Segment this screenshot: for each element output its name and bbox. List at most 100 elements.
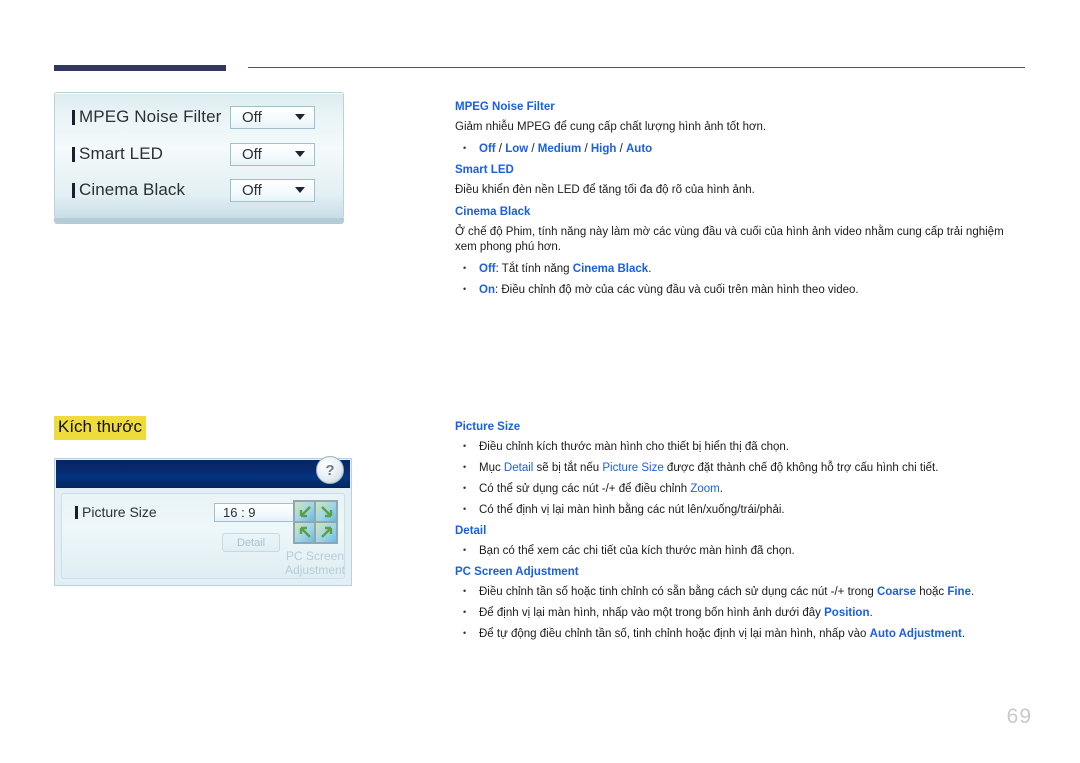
osd-select-mpeg-noise-filter[interactable]: Off bbox=[230, 105, 315, 129]
header-divider-line bbox=[248, 67, 1025, 68]
doc-text: / bbox=[581, 143, 591, 155]
doc-text: . bbox=[648, 263, 652, 275]
pc-screen-adjustment-line1: PC Screen bbox=[285, 549, 345, 563]
doc-text: : Tắt tính năng bbox=[495, 263, 573, 275]
pc-screen-adjustment-control[interactable]: PC Screen Adjustment bbox=[274, 500, 356, 577]
doc-text: được đặt thành chế độ không hỗ trợ cấu h… bbox=[663, 462, 939, 474]
doc-bullet-list: Off: Tắt tính năng Cinema Black. On: Điều… bbox=[455, 261, 1027, 298]
osd-row-picture-size: Picture Size bbox=[62, 504, 157, 520]
doc-highlight-term: Coarse bbox=[877, 586, 916, 598]
doc-bullet-list: Điều chỉnh tần số hoặc tinh chỉnh có sẵn… bbox=[455, 584, 1027, 642]
doc-highlight-term: Fine bbox=[947, 586, 971, 598]
quadrant-top-right[interactable] bbox=[316, 502, 336, 521]
doc-section: Smart LED Điều khiển đèn nền LED để tăng … bbox=[455, 163, 1027, 198]
doc-highlight-term: Medium bbox=[537, 143, 582, 155]
osd-panel-picture-settings: MPEG Noise Filter Off Smart LED Off Cine… bbox=[54, 92, 344, 224]
osd-label-mpeg-noise-filter: MPEG Noise Filter bbox=[79, 107, 222, 126]
doc-section: Picture Size Điều chỉnh kích thước màn hì… bbox=[455, 420, 1027, 518]
doc-text: . bbox=[970, 586, 975, 598]
osd-select-smart-led[interactable]: Off bbox=[230, 142, 315, 166]
osd-select-value-picture-size: 16 : 9 bbox=[223, 505, 256, 520]
osd-label-cinema-black: Cinema Black bbox=[79, 180, 186, 199]
doc-bullet-item: Mục Detail sẽ bị tắt nếu Picture Size đư… bbox=[455, 460, 1027, 476]
osd-select-value-cinema-black: Off bbox=[242, 181, 262, 199]
menu-marker-icon bbox=[72, 182, 75, 198]
doc-highlight-term: Off bbox=[479, 143, 496, 155]
quadrant-bottom-right[interactable] bbox=[316, 523, 336, 542]
chevron-down-icon bbox=[295, 187, 305, 193]
doc-section-title: PC Screen Adjustment bbox=[455, 566, 579, 578]
doc-highlight-term: Position bbox=[824, 607, 870, 619]
menu-marker-icon bbox=[75, 505, 78, 519]
doc-bullet-list: Off / Low / Medium / High / Auto bbox=[455, 141, 1027, 157]
section-heading-kich-thuoc: Kích thước bbox=[54, 416, 146, 440]
doc-section-title: MPEG Noise Filter bbox=[455, 101, 555, 113]
doc-section: Cinema Black Ở chế độ Phim, tính năng này… bbox=[455, 205, 1027, 298]
doc-section: Detail Bạn có thể xem các chi tiết của kí… bbox=[455, 524, 1027, 559]
doc-highlight-term: Auto bbox=[626, 143, 653, 155]
doc-bullet-item: Có thể định vị lại màn hình bằng các nút… bbox=[455, 502, 1027, 518]
pc-screen-adjustment-label: PC Screen Adjustment bbox=[274, 549, 356, 577]
doc-highlight-term: On bbox=[479, 284, 495, 296]
header-accent-bar bbox=[54, 65, 226, 71]
doc-highlight-term: Low bbox=[505, 143, 529, 155]
doc-section-title: Picture Size bbox=[455, 421, 521, 433]
page-number: 69 bbox=[1006, 705, 1032, 728]
chevron-down-icon bbox=[295, 151, 305, 157]
osd-label-smart-led: Smart LED bbox=[79, 144, 164, 163]
doc-text: Để định vị lại màn hình, nhấp vào một tr… bbox=[479, 607, 825, 619]
doc-bullet-item: Để tự động điều chỉnh tần số, tinh chỉnh… bbox=[455, 626, 1027, 642]
doc-highlight-term: Picture Size bbox=[602, 462, 664, 474]
osd-panel-body: Picture Size 16 : 9 Detail PC Screen Adj… bbox=[61, 493, 345, 579]
doc-text: / bbox=[528, 143, 538, 155]
doc-bullet-item: Off / Low / Medium / High / Auto bbox=[455, 141, 1027, 157]
doc-text: : Điều chỉnh độ mờ của các vùng đầu và c… bbox=[494, 284, 859, 296]
osd-row-mpeg-noise-filter: MPEG Noise Filter Off bbox=[55, 99, 343, 135]
doc-section-title: Smart LED bbox=[455, 164, 514, 176]
detail-button[interactable]: Detail bbox=[222, 533, 280, 552]
doc-section: PC Screen Adjustment Điều chỉnh tần số ho… bbox=[455, 565, 1027, 642]
doc-bullet-list: Điều chỉnh kích thước màn hình cho thiết… bbox=[455, 439, 1027, 518]
doc-paragraph: Ở chế độ Phim, tính năng này làm mờ các … bbox=[455, 226, 1004, 253]
osd-panel-picture-size: ? Picture Size 16 : 9 Detail PC Screen A… bbox=[54, 456, 352, 586]
doc-bullet-item: On: Điều chỉnh độ mờ của các vùng đầu và… bbox=[455, 282, 1027, 298]
doc-bullet-item: Off: Tắt tính năng Cinema Black. bbox=[455, 261, 1027, 277]
doc-text: Điều chỉnh kích thước màn hình cho thiết… bbox=[479, 441, 789, 453]
doc-highlight-term: High bbox=[590, 143, 617, 155]
quadrant-bottom-left[interactable] bbox=[294, 523, 314, 542]
osd-titlebar: ? bbox=[56, 456, 350, 488]
doc-section-title: Detail bbox=[455, 525, 487, 537]
doc-bullet-item: Bạn có thể xem các chi tiết của kích thư… bbox=[455, 543, 1027, 559]
osd-select-value-smart-led: Off bbox=[242, 145, 262, 163]
doc-text: hoặc bbox=[916, 586, 948, 598]
doc-text: / bbox=[616, 143, 626, 155]
doc-section-title: Cinema Black bbox=[455, 206, 531, 218]
menu-marker-icon bbox=[72, 146, 75, 162]
quadrant-top-left[interactable] bbox=[294, 502, 314, 521]
osd-select-value-mpeg-noise-filter: Off bbox=[242, 108, 262, 126]
doc-paragraph: Điều khiển đèn nền LED để tăng tối đa độ… bbox=[455, 184, 755, 196]
doc-text: Để tự động điều chỉnh tần số, tinh chỉnh… bbox=[479, 628, 870, 640]
help-icon[interactable]: ? bbox=[316, 456, 344, 484]
osd-select-cinema-black[interactable]: Off bbox=[230, 178, 315, 202]
doc-highlight-term: Detail bbox=[503, 462, 534, 474]
doc-highlight-term: Auto Adjustment bbox=[869, 628, 962, 640]
doc-highlight-term: Off bbox=[479, 263, 496, 275]
doc-text: Điều chỉnh tần số hoặc tinh chỉnh có sẵn… bbox=[479, 586, 877, 598]
doc-text: Bạn có thể xem các chi tiết của kích thư… bbox=[479, 545, 795, 557]
doc-section: MPEG Noise Filter Giảm nhiễu MPEG để cung… bbox=[455, 100, 1027, 157]
doc-text: sẽ bị tắt nếu bbox=[533, 462, 603, 474]
pc-screen-adjustment-line2: Adjustment bbox=[284, 563, 346, 577]
doc-bullet-list: Bạn có thể xem các chi tiết của kích thư… bbox=[455, 543, 1027, 559]
osd-row-cinema-black: Cinema Black Off bbox=[55, 172, 343, 208]
menu-marker-icon bbox=[72, 109, 75, 125]
doc-highlight-term: Zoom bbox=[690, 483, 720, 495]
doc-bullet-item: Điều chỉnh kích thước màn hình cho thiết… bbox=[455, 439, 1027, 455]
doc-highlight-term: Cinema Black bbox=[572, 263, 649, 275]
doc-text: . bbox=[719, 483, 723, 495]
osd-label-picture-size: Picture Size bbox=[82, 504, 157, 520]
doc-text: Mục bbox=[479, 462, 504, 474]
position-quadrant-icon[interactable] bbox=[292, 500, 338, 544]
osd-row-smart-led: Smart LED Off bbox=[55, 136, 343, 172]
doc-text: . bbox=[869, 607, 873, 619]
